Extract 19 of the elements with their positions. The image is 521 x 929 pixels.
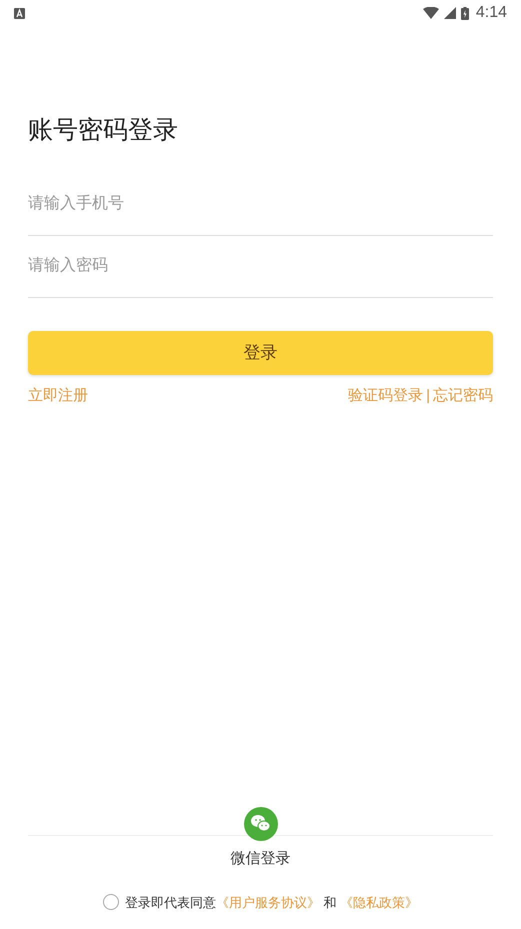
- signal-icon: [444, 7, 456, 19]
- privacy-link[interactable]: 《隐私政策》: [340, 894, 418, 910]
- status-time: 4:14: [476, 3, 507, 23]
- notification-icon: [14, 8, 25, 18]
- terms-link[interactable]: 《用户服务协议》: [216, 894, 320, 910]
- sms-login-link[interactable]: 验证码登录: [348, 384, 424, 407]
- wechat-login-label[interactable]: 微信登录: [230, 848, 290, 870]
- wifi-icon: [422, 7, 439, 19]
- input-field[interactable]: 请输入手机号: [28, 174, 493, 236]
- login-button[interactable]: 登录: [28, 330, 493, 374]
- input-field[interactable]: 请输入密码: [28, 236, 493, 298]
- register-link[interactable]: 立即注册: [28, 384, 88, 407]
- agreement-radio[interactable]: [102, 894, 119, 910]
- forgot-password-link[interactable]: 忘记密码: [433, 384, 493, 407]
- agreement-text: 登录即代表同意《用户服务协议》 和 《隐私政策》: [124, 894, 418, 912]
- battery-icon: [460, 6, 469, 20]
- chat-bubbles-icon[interactable]: [244, 807, 278, 841]
- page-title: 账号密码登录: [28, 115, 179, 146]
- link-separator: |: [426, 386, 430, 406]
